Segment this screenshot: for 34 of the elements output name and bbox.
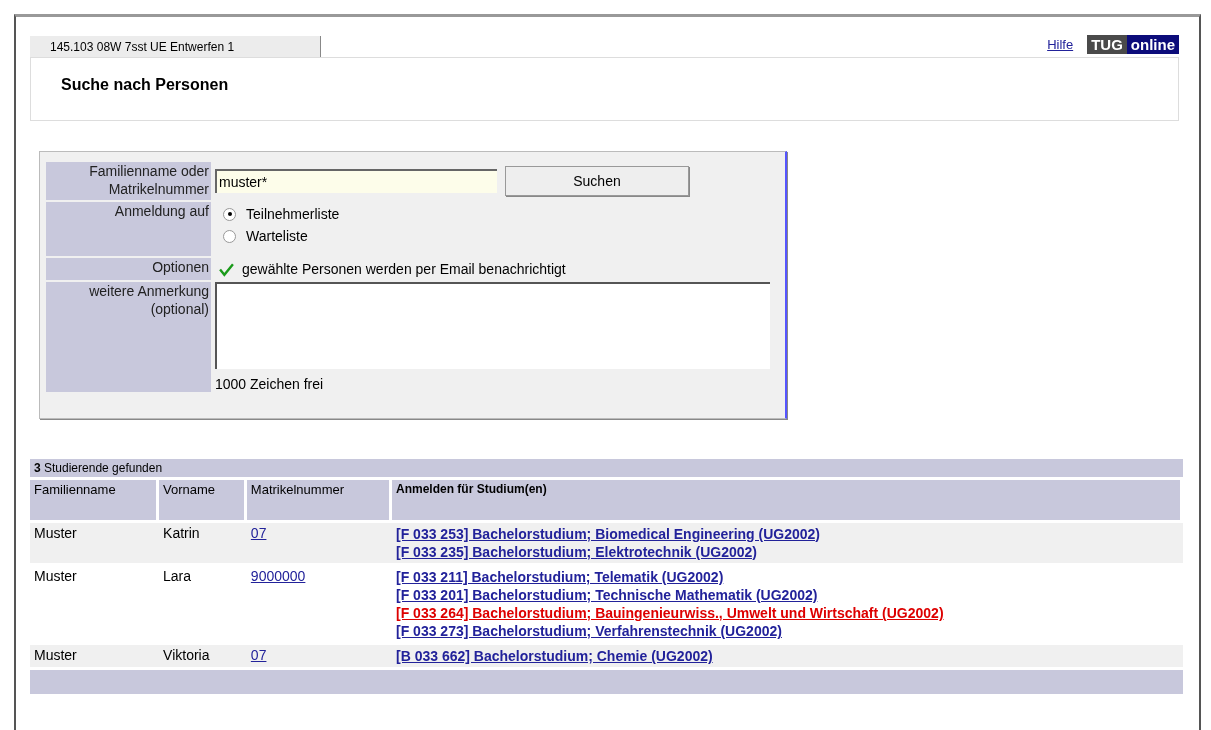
logo: TUG online <box>1087 35 1179 54</box>
table-cell: Katrin <box>159 523 247 563</box>
field-label: Anmeldung auf <box>46 202 211 256</box>
help-link[interactable]: Hilfe <box>1047 37 1074 52</box>
field-label: Optionen <box>46 258 211 280</box>
program-link[interactable]: [F 033 235] Bachelorstudium; Elektrotechnik (UG2002) <box>396 543 1176 561</box>
table-cell: Muster <box>30 523 160 563</box>
program-link[interactable]: [F 033 201] Bachelorstudium; Technische Mathematik (UG2002) <box>396 586 1176 604</box>
column-header: Vorname <box>159 480 247 520</box>
character-counter: 1000 Zeichen frei <box>215 376 325 392</box>
search-field[interactable]: muster* <box>215 169 497 193</box>
field-label: Familienname oder Matrikelnummer <box>46 162 211 200</box>
matriculation-link[interactable]: 9000000 <box>250 568 306 584</box>
option-text: gewählte Personen werden per Email benachrichtigt <box>242 261 566 277</box>
radio-label[interactable]: Warteliste <box>246 228 308 244</box>
matriculation-link[interactable]: 07 <box>250 647 267 663</box>
table-cell: Muster <box>30 645 160 667</box>
radio-button[interactable] <box>223 229 236 243</box>
radio-label[interactable]: Teilnehmerliste <box>246 206 340 222</box>
program-link[interactable]: [F 033 211] Bachelorstudium; Telematik (UG2002) <box>396 568 1176 586</box>
program-link[interactable]: [F 033 264] Bachelorstudium; Bauingenieurwiss., Umwelt und Wirtschaft (UG2002) <box>396 604 1176 622</box>
results-summary: 3 Studierende gefunden <box>30 459 1183 477</box>
tab[interactable]: 145.103 08W 7sst UE Entwerfen 1 <box>30 36 321 57</box>
matriculation-link[interactable]: 07 <box>250 525 267 541</box>
field-label: weitere Anmerkung (optional) <box>46 282 211 392</box>
column-header: Anmelden für Studium(en) <box>392 480 1183 520</box>
search-button[interactable]: Suchen <box>505 166 689 196</box>
radio-button[interactable] <box>223 207 236 221</box>
table-cell: Viktoria <box>159 645 247 667</box>
program-link[interactable]: [F 033 273] Bachelorstudium; Verfahrenstechnik (UG2002) <box>396 622 1176 640</box>
page-title: Suche nach Personen <box>61 76 230 94</box>
remark-field[interactable] <box>215 282 770 369</box>
column-header: Matrikelnummer <box>246 480 392 520</box>
program-link[interactable]: [F 033 253] Bachelorstudium; Biomedical Engineering (UG2002) <box>396 525 1176 543</box>
